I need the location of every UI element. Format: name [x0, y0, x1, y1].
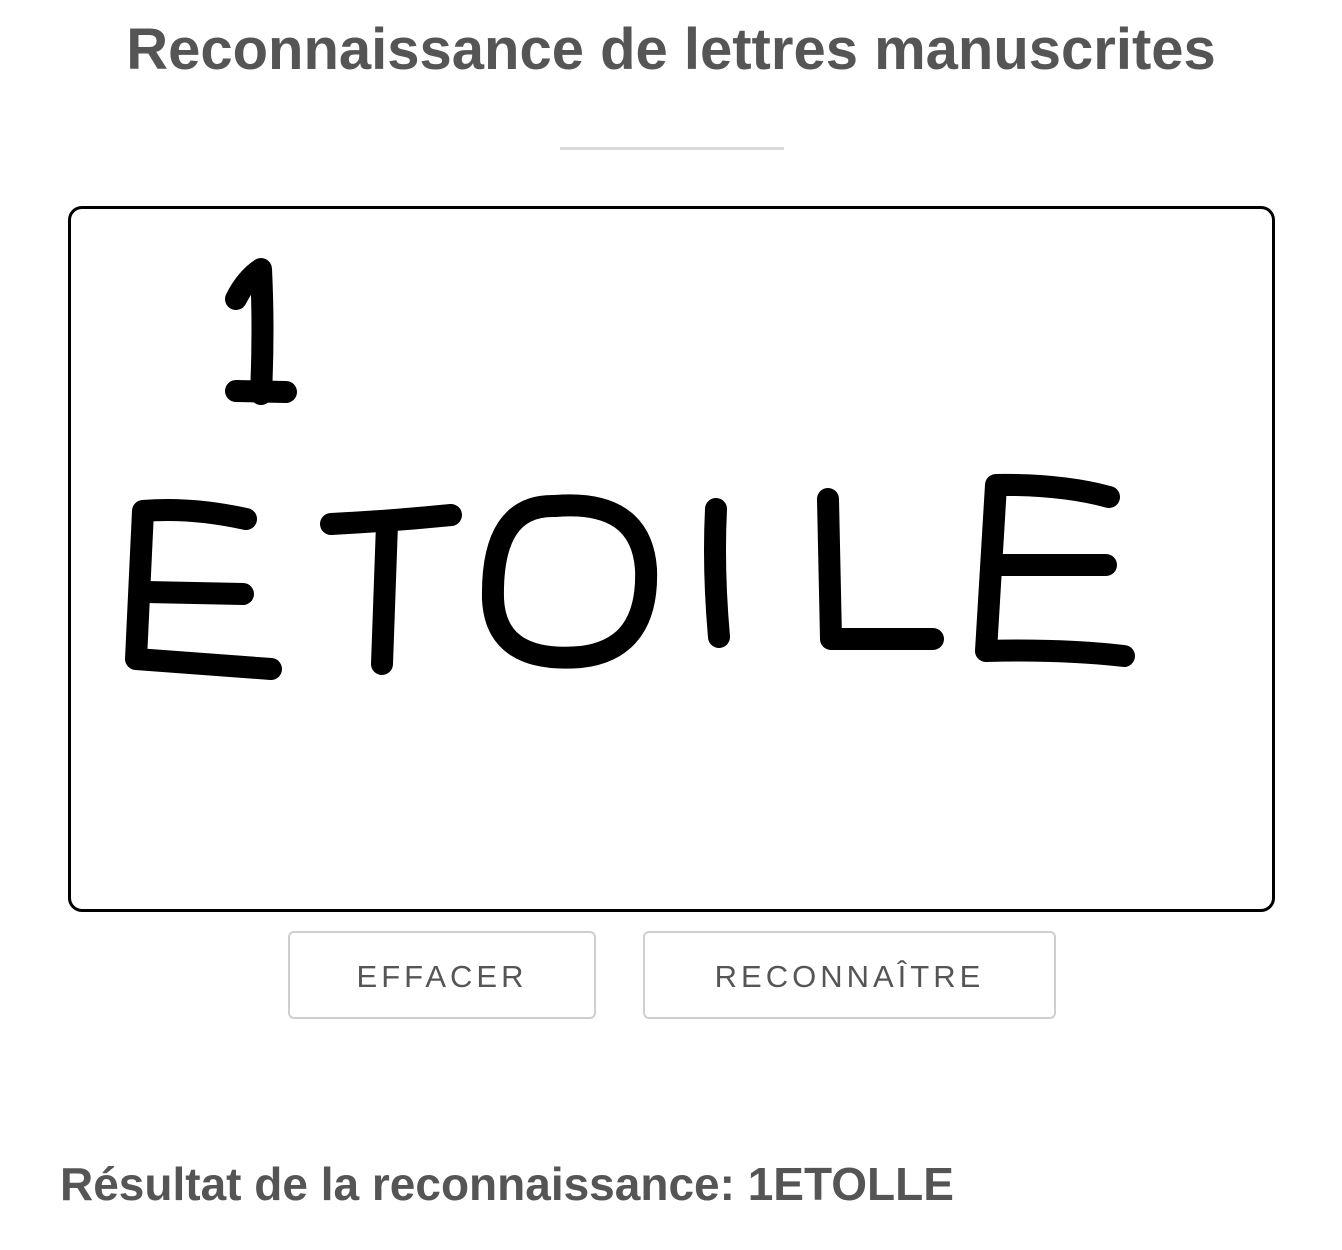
- title-divider: [560, 147, 784, 150]
- recognize-button[interactable]: RECONNAÎTRE: [643, 931, 1056, 1019]
- stroke-letter-o: [481, 494, 658, 669]
- handwriting-strokes: [125, 258, 1135, 680]
- stroke-digit-1-base: [225, 380, 297, 403]
- clear-button[interactable]: EFFACER: [288, 931, 596, 1019]
- recognition-result: Résultat de la reconnaissance: 1ETOLLE: [60, 1154, 954, 1214]
- stroke-letter-l: [817, 488, 944, 650]
- result-value: 1ETOLLE: [747, 1158, 954, 1210]
- stroke-letter-e-mid: [135, 581, 254, 605]
- stroke-letter-t-stem: [371, 513, 398, 675]
- stroke-letter-i: [704, 498, 730, 648]
- drawing-canvas[interactable]: [68, 206, 1275, 912]
- stroke-digit-1: [225, 258, 274, 405]
- page-title: Reconnaissance de lettres manuscrites: [126, 17, 1216, 82]
- result-label: Résultat de la reconnaissance:: [60, 1158, 748, 1210]
